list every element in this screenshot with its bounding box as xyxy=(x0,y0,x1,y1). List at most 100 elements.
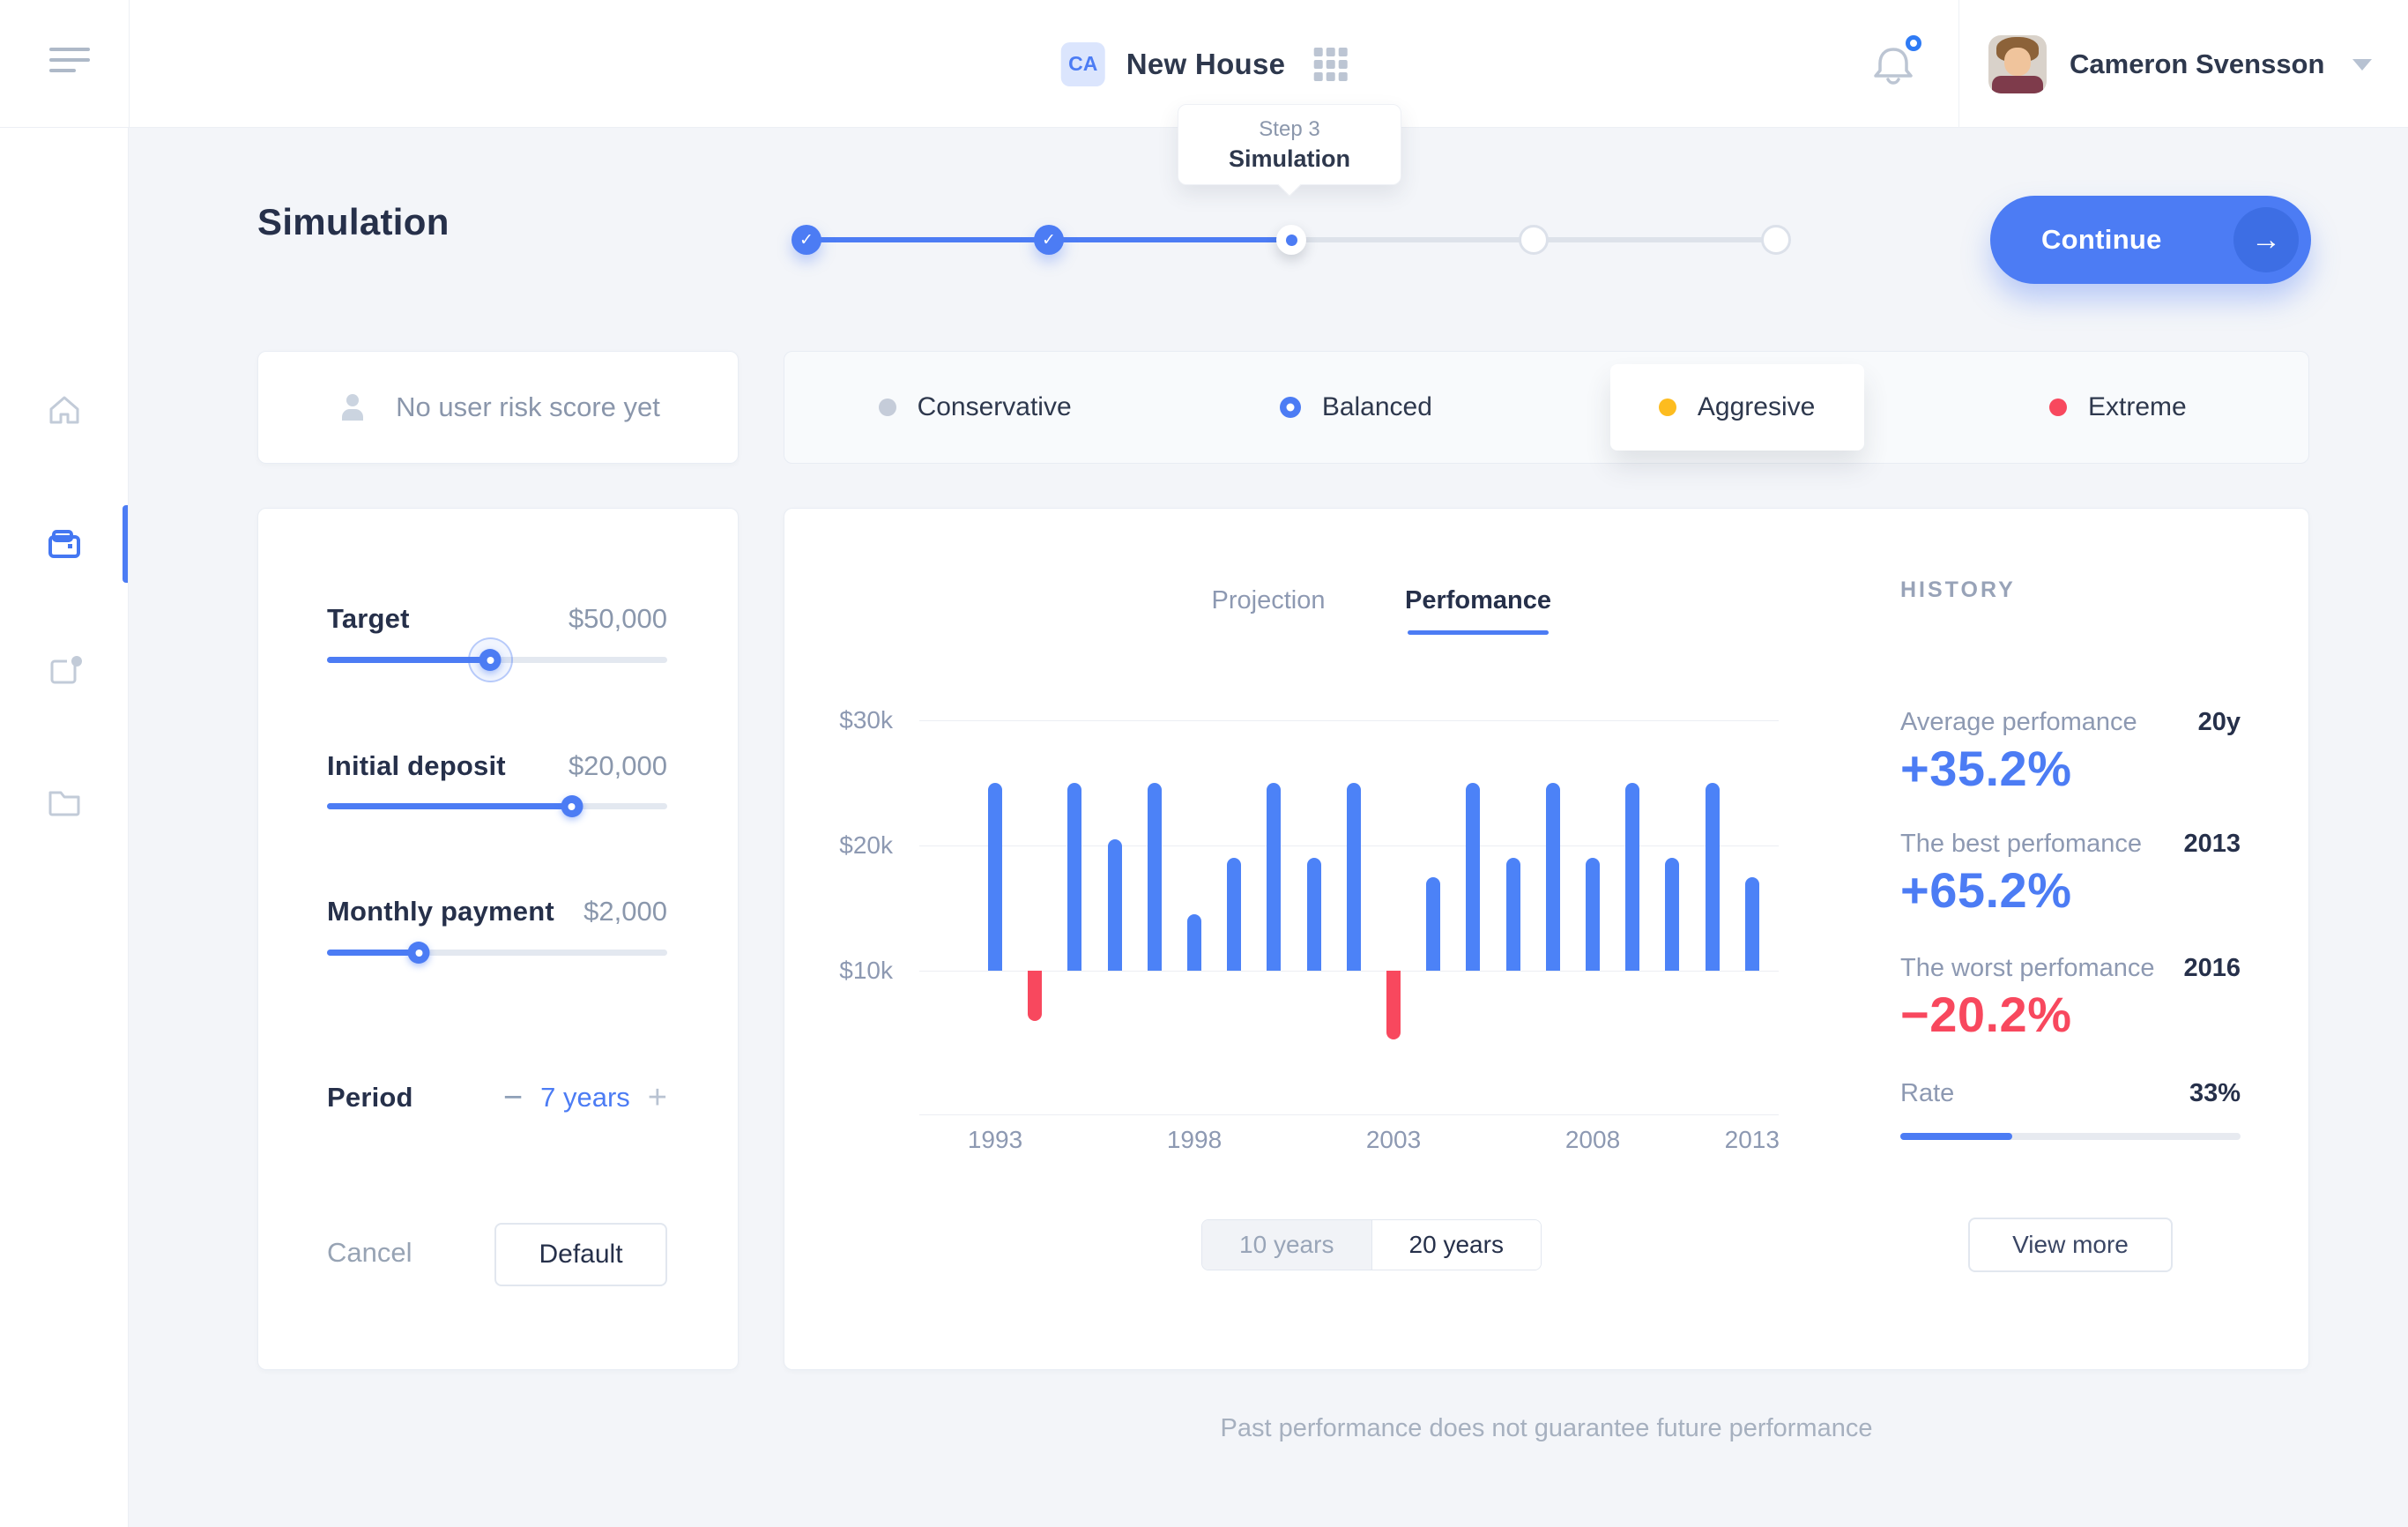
workspace-title: New House xyxy=(1126,48,1286,81)
person-icon xyxy=(336,391,369,424)
initial-deposit-row: Initial deposit $20,000 xyxy=(327,749,667,784)
chart-bar-1995 xyxy=(1067,783,1081,971)
sidebar-item-projects[interactable] xyxy=(0,632,129,710)
monthly-payment-value: $2,000 xyxy=(583,896,667,927)
step-1-done[interactable]: ✓ xyxy=(792,225,821,255)
sidebar-item-folder[interactable] xyxy=(0,763,129,840)
chart-bar-2011 xyxy=(1706,783,1720,971)
risk-option-aggresive[interactable]: Aggresive xyxy=(1547,352,1928,463)
history-label: The worst perfomance xyxy=(1900,954,2155,983)
risk-option-extreme[interactable]: Extreme xyxy=(1928,352,2308,463)
chart-bar-2003 xyxy=(1386,971,1401,1039)
target-label: Target xyxy=(327,603,410,635)
risk-option-balanced[interactable]: Balanced xyxy=(1165,352,1546,463)
chart-bar-2012 xyxy=(1745,877,1759,972)
step-3-current[interactable] xyxy=(1276,225,1306,255)
chart-bar-1998 xyxy=(1187,914,1201,971)
chart-bar-2004 xyxy=(1426,877,1440,972)
grid-apps-icon[interactable] xyxy=(1313,48,1347,81)
history-period: 2016 xyxy=(2183,954,2241,983)
risk-option-label: Extreme xyxy=(2088,392,2187,422)
target-slider[interactable] xyxy=(327,646,667,673)
chart-bar-2005 xyxy=(1466,783,1480,971)
range-option-10-years[interactable]: 10 years xyxy=(1202,1220,1372,1270)
history-period: 20y xyxy=(2198,708,2241,737)
history-label: Average perfomance xyxy=(1900,708,2137,737)
step-tooltip: Step 3 Simulation xyxy=(1178,104,1401,185)
history-row-rate: Rate 33% xyxy=(1900,1077,2241,1109)
period-increase-button[interactable]: + xyxy=(648,1084,667,1111)
risk-option-label: Conservative xyxy=(918,392,1072,422)
target-value: $50,000 xyxy=(569,603,667,635)
risk-score-card: No user risk score yet xyxy=(257,351,739,464)
notifications-button[interactable] xyxy=(1867,39,1920,92)
risk-level-selector: Conservative Balanced Aggresive Extreme xyxy=(784,351,2309,464)
rate-label: Rate xyxy=(1900,1079,1954,1108)
rate-progress-bar xyxy=(1900,1133,2241,1140)
x-axis-tick: 2008 xyxy=(1565,1126,1620,1154)
chart-bar-2008 xyxy=(1586,858,1600,971)
slider-focus-halo xyxy=(468,637,513,682)
chart-bar-1994 xyxy=(1028,971,1042,1021)
chart-bar-2000 xyxy=(1267,783,1281,971)
period-label: Period xyxy=(327,1082,413,1114)
initial-deposit-slider-handle[interactable] xyxy=(561,795,583,817)
tab-projection[interactable]: Projection xyxy=(1212,586,1326,615)
history-label: The best perfomance xyxy=(1900,830,2142,859)
history-row-worst: The worst perfomance 2016 xyxy=(1900,952,2241,984)
extreme-dot-icon xyxy=(2049,399,2067,416)
x-axis-tick: 2003 xyxy=(1366,1126,1421,1154)
y-axis-tick: $10k xyxy=(787,957,893,985)
sidebar-item-wallet[interactable] xyxy=(0,505,129,583)
risk-option-highlight-card: Aggresive xyxy=(1610,364,1864,451)
initial-deposit-label: Initial deposit xyxy=(327,750,506,782)
initial-deposit-slider[interactable] xyxy=(327,793,667,819)
monthly-payment-label: Monthly payment xyxy=(327,896,554,927)
step-4-todo[interactable] xyxy=(1519,225,1549,255)
default-button[interactable]: Default xyxy=(494,1223,667,1286)
slider-track[interactable] xyxy=(327,950,667,956)
target-slider-handle[interactable] xyxy=(479,649,502,671)
aggresive-dot-icon xyxy=(1659,399,1676,416)
y-axis-tick: $30k xyxy=(787,706,893,734)
rate-value: 33% xyxy=(2189,1079,2241,1108)
continue-button[interactable]: Continue → xyxy=(1990,196,2311,284)
range-option-20-years[interactable]: 20 years xyxy=(1372,1220,1542,1270)
monthly-payment-slider[interactable] xyxy=(327,939,667,965)
chart-bar-2001 xyxy=(1307,858,1321,971)
gridline xyxy=(919,971,1779,972)
initial-deposit-value: $20,000 xyxy=(569,750,667,782)
simulation-parameters-card: Target $50,000 Initial deposit $20,000 M… xyxy=(257,508,739,1370)
view-more-button[interactable]: View more xyxy=(1968,1218,2173,1272)
step-5-todo[interactable] xyxy=(1761,225,1791,255)
sidebar-item-home[interactable] xyxy=(0,371,129,449)
x-axis-tick: 2013 xyxy=(1725,1126,1780,1154)
wallet-icon xyxy=(45,525,84,563)
tab-perfomance[interactable]: Perfomance xyxy=(1405,586,1551,615)
chart-bar-1993 xyxy=(988,783,1002,971)
x-axis-line xyxy=(919,1114,1779,1115)
slider-track[interactable] xyxy=(327,803,667,809)
step-tooltip-step: Step 3 xyxy=(1259,117,1319,142)
user-menu[interactable]: Cameron Svensson xyxy=(1988,35,2372,93)
risk-option-conservative[interactable]: Conservative xyxy=(784,352,1165,463)
period-row: Period − 7 years + xyxy=(327,1080,667,1115)
arrow-right-icon: → xyxy=(2233,207,2299,272)
notification-dot xyxy=(1906,35,1921,51)
step-2-done[interactable]: ✓ xyxy=(1034,225,1064,255)
home-icon xyxy=(46,391,83,428)
history-average-value: +35.2% xyxy=(1900,740,2072,797)
hamburger-icon[interactable] xyxy=(49,44,92,83)
risk-option-label: Balanced xyxy=(1322,392,1432,422)
monthly-payment-row: Monthly payment $2,000 xyxy=(327,894,667,929)
sidebar xyxy=(0,128,129,1527)
cancel-link[interactable]: Cancel xyxy=(327,1237,412,1269)
divider xyxy=(129,0,130,128)
chart-bar-2002 xyxy=(1347,783,1361,971)
chart-bar-1997 xyxy=(1148,783,1162,971)
monthly-payment-slider-handle[interactable] xyxy=(408,942,430,964)
period-value: 7 years xyxy=(540,1082,630,1114)
period-decrease-button[interactable]: − xyxy=(503,1084,523,1111)
x-axis-tick: 1993 xyxy=(968,1126,1022,1154)
history-period: 2013 xyxy=(2183,830,2241,859)
